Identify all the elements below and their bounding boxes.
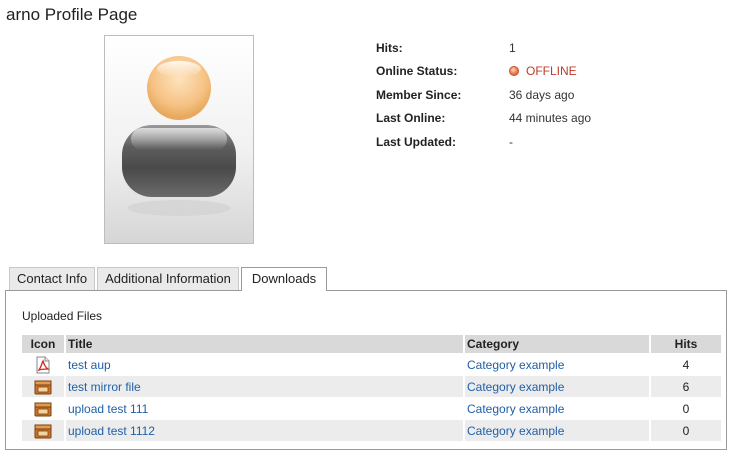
category-link[interactable]: Category example bbox=[467, 402, 564, 416]
profile-field-hits: Hits: 1 bbox=[376, 36, 591, 60]
table-row: upload test 111 Category example 0 bbox=[22, 398, 721, 419]
archive-file-icon bbox=[34, 380, 52, 394]
profile-field-online-status: Online Status: OFFLINE bbox=[376, 60, 591, 84]
pdf-file-icon bbox=[36, 356, 51, 373]
field-label: Member Since: bbox=[376, 87, 462, 102]
archive-file-icon bbox=[34, 402, 52, 416]
status-badge: OFFLINE bbox=[526, 64, 577, 79]
hits-count: 0 bbox=[651, 420, 721, 441]
tab-downloads[interactable]: Downloads bbox=[240, 267, 328, 291]
field-value: 1 bbox=[509, 40, 516, 55]
profile-info: Hits: 1 Online Status: OFFLINE Member Si… bbox=[376, 36, 591, 154]
category-link[interactable]: Category example bbox=[467, 358, 564, 372]
hits-count: 4 bbox=[682, 357, 690, 372]
field-label: Hits: bbox=[376, 40, 403, 55]
file-title-link[interactable]: test mirror file bbox=[68, 380, 141, 394]
column-header-title: Title bbox=[66, 335, 465, 353]
field-value: 36 days ago bbox=[509, 87, 575, 102]
category-link[interactable]: Category example bbox=[467, 424, 564, 438]
profile-tabs: Contact Info Additional Information Down… bbox=[9, 267, 329, 291]
tab-additional-information[interactable]: Additional Information bbox=[97, 267, 239, 290]
column-header-category: Category bbox=[465, 335, 651, 353]
file-title-link[interactable]: upload test 1112 bbox=[68, 424, 155, 438]
uploaded-files-table: Icon Title Category Hits test aup Catego… bbox=[22, 334, 721, 442]
file-title-link[interactable]: upload test 111 bbox=[68, 402, 148, 416]
field-value: - bbox=[509, 134, 513, 149]
field-value: 44 minutes ago bbox=[509, 111, 592, 126]
table-row: test aup Category example 4 bbox=[22, 354, 721, 375]
field-label: Last Updated: bbox=[376, 134, 457, 149]
category-link[interactable]: Category example bbox=[467, 380, 564, 394]
archive-file-icon bbox=[34, 424, 52, 438]
section-title: Uploaded Files bbox=[22, 309, 103, 323]
field-label: Online Status: bbox=[376, 64, 458, 79]
offline-status-icon bbox=[509, 66, 519, 77]
profile-field-last-online: Last Online: 44 minutes ago bbox=[376, 107, 591, 131]
default-avatar-icon bbox=[122, 56, 236, 216]
page-title: arno Profile Page bbox=[6, 5, 138, 24]
avatar bbox=[104, 35, 254, 244]
profile-field-member-since: Member Since: 36 days ago bbox=[376, 83, 591, 107]
table-row: upload test 1112 Category example 0 bbox=[22, 420, 721, 441]
downloads-panel: Uploaded Files Icon Title Category Hits … bbox=[5, 290, 727, 450]
table-row: test mirror file Category example 6 bbox=[22, 376, 721, 397]
tab-contact-info[interactable]: Contact Info bbox=[9, 267, 96, 290]
profile-field-last-updated: Last Updated: - bbox=[376, 130, 591, 154]
column-header-hits: Hits bbox=[651, 335, 721, 353]
hits-count: 0 bbox=[682, 401, 690, 416]
hits-count: 6 bbox=[651, 376, 721, 397]
table-header-row: Icon Title Category Hits bbox=[22, 335, 721, 353]
field-label: Last Online: bbox=[376, 111, 446, 126]
column-header-icon: Icon bbox=[22, 335, 66, 353]
file-title-link[interactable]: test aup bbox=[68, 358, 111, 372]
